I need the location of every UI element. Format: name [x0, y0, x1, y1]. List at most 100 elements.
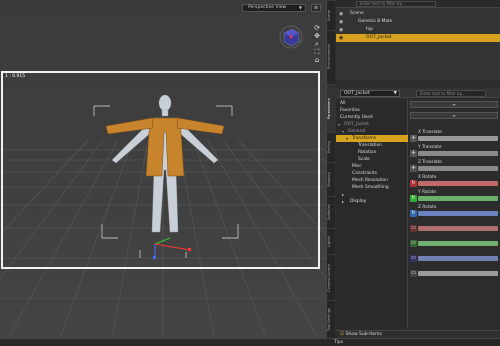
- view-dropdown[interactable]: Perspective View ▼: [242, 4, 306, 12]
- scene-row[interactable]: ◉ hip: [336, 26, 500, 34]
- chevron-right-icon[interactable]: ▸: [342, 191, 344, 198]
- camera-frame: [1, 71, 320, 269]
- eye-icon[interactable]: ◉: [339, 10, 343, 18]
- scene-row[interactable]: ◉ Scene: [336, 10, 500, 18]
- tips-tab[interactable]: Tips: [334, 340, 343, 345]
- checkbox[interactable]: ☑: [340, 332, 344, 337]
- node-selector-label: OOT_Jacket: [344, 91, 370, 96]
- scene-row-selected[interactable]: ◉ OOT_Jacket: [336, 34, 500, 42]
- z-translate-slider[interactable]: [418, 166, 498, 171]
- tab-content-library[interactable]: Content Library: [327, 254, 336, 300]
- menu-icon[interactable]: ≡: [311, 4, 321, 12]
- node-selector[interactable]: OOT_Jacket ▼: [340, 90, 400, 97]
- eye-icon[interactable]: ◉: [339, 26, 343, 34]
- slider-label: Y Rotate: [418, 190, 437, 195]
- eye-icon[interactable]: ◉: [339, 34, 343, 42]
- zoom-icon[interactable]: ⌕: [311, 40, 323, 48]
- scale-icon: ▭: [410, 255, 417, 262]
- view-dropdown-label: Perspective View: [248, 5, 287, 10]
- tab-scene[interactable]: Scene: [327, 0, 336, 30]
- scene-search-input[interactable]: Enter text to filter by...: [356, 1, 436, 7]
- x-translate-slider[interactable]: [418, 136, 498, 141]
- z-scale-slider[interactable]: [418, 256, 498, 261]
- scale-slider[interactable]: [418, 271, 498, 276]
- tab-shaping[interactable]: Shaping: [327, 162, 336, 196]
- translate-icon: ✛: [410, 135, 417, 142]
- scale-icon: ▭: [410, 225, 417, 232]
- chevron-down-icon: ▼: [298, 5, 302, 10]
- tree-item-expand[interactable]: ▸: [336, 191, 408, 198]
- tab-surfaces[interactable]: Surfaces: [327, 196, 336, 228]
- scene-row-label: Genesis 8 Male: [358, 19, 393, 24]
- tree-item-label: Display: [350, 199, 367, 204]
- tree-item-general[interactable]: ▾ General: [336, 128, 408, 135]
- y-translate-slider[interactable]: [418, 151, 498, 156]
- chevron-right-icon[interactable]: ▸: [342, 198, 344, 205]
- tree-item-transforms[interactable]: ▾ Transforms: [336, 135, 408, 142]
- x-scale-slider[interactable]: [418, 226, 498, 231]
- tree-item-label: Translation: [358, 143, 382, 148]
- parameters-search-input[interactable]: Enter text to filter by...: [416, 90, 486, 97]
- tree-item-all[interactable]: All: [336, 100, 408, 107]
- chevron-down-icon[interactable]: ▾: [342, 128, 344, 135]
- z-rotate-slider[interactable]: [418, 211, 498, 216]
- tree-item-label: Mesh Smoothing: [352, 185, 389, 190]
- slider-label: Z Translate: [418, 160, 442, 165]
- translate-icon: ✛: [410, 150, 417, 157]
- tree-item-label: Rotation: [358, 150, 377, 155]
- tree-item-favorites[interactable]: Favorites: [336, 107, 408, 114]
- pan-icon[interactable]: ✥: [311, 32, 323, 40]
- group-bar[interactable]: ≡: [410, 112, 498, 119]
- tree-item-currently-used[interactable]: Currently Used: [336, 114, 408, 121]
- viewport-footer: [0, 338, 326, 346]
- parameters-pane: OOT_Jacket ▼ Enter text to filter by... …: [336, 88, 500, 346]
- tree-item-node[interactable]: ▾ OOT_Jacket: [336, 121, 408, 128]
- translate-icon: ✛: [410, 165, 417, 172]
- tree-item-misc[interactable]: Misc: [336, 163, 408, 170]
- y-rotate-slider[interactable]: [418, 196, 498, 201]
- tree-item-mesh-resolution[interactable]: Mesh Resolution: [336, 177, 408, 184]
- navigation-cube[interactable]: [278, 24, 304, 50]
- eye-icon[interactable]: ◉: [339, 18, 343, 26]
- tree-item-label: Mesh Resolution: [352, 178, 388, 183]
- slider-label: Y Translate: [418, 145, 442, 150]
- tab-environments[interactable]: Environments: [327, 30, 336, 82]
- scene-toolbar: Enter text to filter by...: [336, 0, 500, 8]
- tree-item-label: Transforms: [352, 136, 377, 141]
- frame-icon[interactable]: ⛶: [311, 48, 323, 56]
- scene-row-label: hip: [366, 27, 373, 32]
- tree-item-label: General: [348, 129, 366, 134]
- tree-item-constraints[interactable]: Constraints: [336, 170, 408, 177]
- tree-item-display[interactable]: ▸ Display: [336, 198, 408, 205]
- slider-list: ≡ ≡ X Translate ✛ Y Translate ✛ Z Transl…: [410, 99, 500, 329]
- slider-label: Z Rotate: [418, 205, 437, 210]
- tab-posing[interactable]: Posing: [327, 132, 336, 162]
- home-icon[interactable]: ⌂: [311, 56, 323, 64]
- camera-label: 1 : 0.915: [5, 74, 26, 79]
- tree-item-label: OOT_Jacket: [344, 122, 369, 127]
- scene-row[interactable]: ◉ Genesis 8 Male: [336, 18, 500, 26]
- x-rotate-slider[interactable]: [418, 181, 498, 186]
- slider-label: X Translate: [418, 130, 442, 135]
- tab-lights[interactable]: Lights: [327, 228, 336, 254]
- tips-bar: Tips: [326, 338, 500, 346]
- group-bar[interactable]: ≡: [410, 101, 498, 108]
- scene-row-label: OOT_Jacket: [366, 35, 392, 40]
- tree-item-label: Favorites: [340, 108, 360, 113]
- chevron-down-icon[interactable]: ▾: [338, 121, 340, 128]
- show-sub-items-label: Show Sub-Items: [345, 332, 382, 337]
- pane-tabs: Scene Environments Parameters Posing Sha…: [326, 0, 336, 346]
- tree-item-rotation[interactable]: Rotation: [336, 149, 408, 156]
- tree-item-scale[interactable]: Scale: [336, 156, 408, 163]
- y-scale-slider[interactable]: [418, 241, 498, 246]
- chevron-down-icon[interactable]: ▾: [346, 135, 348, 142]
- scene-pane: Enter text to filter by... ◉ Scene ◉ Gen…: [336, 0, 500, 80]
- tree-item-mesh-smoothing[interactable]: Mesh Smoothing: [336, 184, 408, 191]
- tab-tool-settings[interactable]: Tool Settings: [327, 300, 336, 338]
- tab-parameters[interactable]: Parameters: [327, 84, 336, 132]
- tree-item-translation[interactable]: Translation: [336, 142, 408, 149]
- nav-tools: ⟳ ✥ ⌕ ⛶ ⌂: [311, 24, 323, 68]
- tree-item-label: Scale: [358, 157, 370, 162]
- viewport[interactable]: 1 : 0.915 Perspective View ▼ ≡ ⟳ ✥ ⌕ ⛶ ⌂: [0, 0, 326, 338]
- rotate-icon[interactable]: ⟳: [311, 24, 323, 32]
